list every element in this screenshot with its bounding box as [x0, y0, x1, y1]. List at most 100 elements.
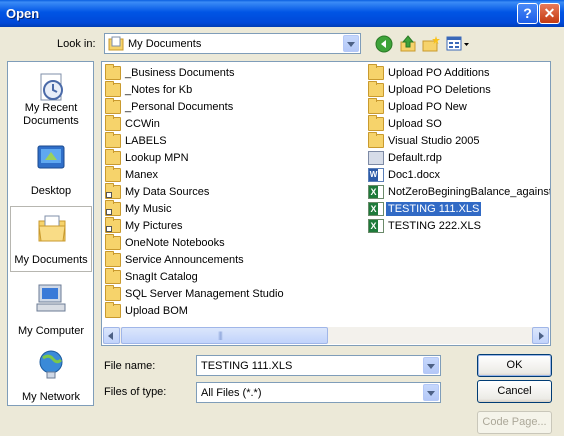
file-name-field[interactable]: TESTING 111.XLS: [196, 355, 441, 376]
folder-icon: [368, 115, 384, 131]
file-name: TESTING 111.XLS: [386, 202, 482, 216]
special-folder-icon: [105, 200, 121, 216]
file-list-item[interactable]: Upload PO Deletions: [368, 81, 550, 99]
up-folder-icon[interactable]: [399, 35, 417, 53]
my-documents-small-icon: [108, 36, 124, 51]
place-my-recent-documents[interactable]: My Recent Documents: [10, 66, 92, 132]
file-list-item[interactable]: Upload PO New: [368, 98, 550, 116]
word-document-icon: [368, 168, 384, 182]
help-button[interactable]: ?: [517, 3, 538, 24]
look-in-dropdown[interactable]: My Documents: [104, 33, 361, 54]
file-list-item[interactable]: OneNote Notebooks: [105, 234, 365, 252]
back-icon[interactable]: [375, 35, 393, 53]
scroll-left-button[interactable]: [103, 327, 120, 344]
folder-icon: [105, 98, 121, 114]
special-folder-icon: [105, 217, 121, 233]
scroll-thumb[interactable]: [121, 327, 328, 344]
file-list-item[interactable]: Default.rdp: [368, 150, 550, 167]
folder-icon: [368, 64, 384, 80]
folder-icon: [105, 115, 121, 131]
file-name: _Personal Documents: [125, 101, 234, 113]
my-computer-icon: [36, 284, 66, 312]
files-of-type-dropdown[interactable]: All Files (*.*): [196, 382, 441, 403]
file-list[interactable]: _Business Documents _Notes for Kb _Persona…: [101, 61, 551, 346]
excel-file-icon: [368, 185, 384, 199]
file-name-arrow[interactable]: [423, 357, 439, 374]
folder-icon: [368, 81, 384, 97]
file-list-item[interactable]: Service Announcements: [105, 251, 365, 269]
file-list-item[interactable]: SQL Server Management Studio: [105, 285, 365, 303]
place-my-computer[interactable]: My Computer: [10, 276, 92, 342]
file-name: Upload SO: [388, 118, 442, 130]
title-bar: Open ? ✕: [0, 0, 564, 27]
place-my-network[interactable]: My Network: [10, 342, 92, 408]
folder-icon: [105, 81, 121, 97]
files-of-type-value: All Files (*.*): [201, 387, 262, 399]
close-button[interactable]: ✕: [539, 3, 560, 24]
file-name: Manex: [125, 169, 159, 181]
file-list-item[interactable]: TESTING 111.XLS: [368, 201, 550, 218]
folder-icon: [105, 251, 121, 267]
file-list-item[interactable]: NotZeroBeginingBalance_against0': [368, 184, 550, 201]
file-list-item[interactable]: My Data Sources: [105, 183, 365, 201]
new-folder-icon[interactable]: [422, 35, 440, 53]
file-list-item[interactable]: _Business Documents: [105, 64, 365, 82]
file-list-item[interactable]: _Personal Documents: [105, 98, 365, 116]
file-list-item[interactable]: Upload PO Additions: [368, 64, 550, 82]
excel-file-icon: [368, 219, 384, 233]
folder-icon: [105, 268, 121, 284]
file-list-item[interactable]: CCWin: [105, 115, 365, 133]
place-label: My Documents: [14, 254, 88, 266]
file-name: Upload PO New: [388, 101, 467, 113]
file-list-item[interactable]: My Pictures: [105, 217, 365, 235]
folder-icon: [105, 234, 121, 250]
special-folder-icon: [105, 183, 121, 199]
file-list-item[interactable]: My Music: [105, 200, 365, 218]
file-list-item[interactable]: Manex: [105, 166, 365, 184]
folder-icon: [368, 132, 384, 148]
file-list-item[interactable]: _Notes for Kb: [105, 81, 365, 99]
file-name: Lookup MPN: [125, 152, 189, 164]
look-in-arrow[interactable]: [343, 35, 359, 52]
file-name: Upload PO Additions: [388, 67, 490, 79]
window-title: Open: [6, 6, 40, 21]
file-name: SnagIt Catalog: [125, 271, 198, 283]
file-name-value: TESTING 111.XLS: [201, 360, 293, 372]
horizontal-scrollbar[interactable]: [103, 327, 549, 344]
folder-icon: [105, 166, 121, 182]
folder-icon: [368, 98, 384, 114]
views-menu-icon[interactable]: [446, 35, 470, 53]
recent-documents-icon: [40, 73, 63, 101]
my-documents-icon: [38, 215, 66, 242]
folder-icon: [105, 302, 121, 318]
file-name: Upload BOM: [125, 305, 188, 317]
file-list-item[interactable]: LABELS: [105, 132, 365, 150]
folder-icon: [105, 132, 121, 148]
place-label: My Computer: [17, 325, 85, 337]
file-list-item[interactable]: TESTING 222.XLS: [368, 218, 550, 235]
file-list-item[interactable]: SnagIt Catalog: [105, 268, 365, 286]
file-name: Default.rdp: [388, 152, 442, 164]
place-label: Desktop: [30, 185, 72, 197]
place-desktop[interactable]: Desktop: [10, 136, 92, 202]
file-list-item[interactable]: Visual Studio 2005: [368, 132, 550, 150]
scroll-right-button[interactable]: [532, 327, 549, 344]
file-name: _Notes for Kb: [125, 84, 193, 96]
file-list-item[interactable]: Upload SO: [368, 115, 550, 133]
file-list-item[interactable]: Lookup MPN: [105, 149, 365, 167]
cancel-button[interactable]: Cancel: [477, 380, 552, 403]
file-name: Upload PO Deletions: [388, 84, 491, 96]
file-name-label: File name:: [104, 360, 156, 372]
look-in-label: Look in:: [57, 38, 96, 50]
file-list-item[interactable]: Doc1.docx: [368, 167, 550, 184]
files-of-type-arrow[interactable]: [423, 384, 439, 401]
file-name: My Data Sources: [125, 186, 210, 198]
file-name: CCWin: [125, 118, 160, 130]
file-list-item[interactable]: Upload BOM: [105, 302, 365, 320]
files-of-type-label: Files of type:: [104, 386, 167, 398]
place-my-documents[interactable]: My Documents: [10, 206, 92, 272]
my-network-icon: [39, 350, 63, 379]
ok-button[interactable]: OK: [477, 354, 552, 377]
place-label: My Recent Documents: [23, 102, 79, 127]
file-name: _Business Documents: [125, 67, 235, 79]
